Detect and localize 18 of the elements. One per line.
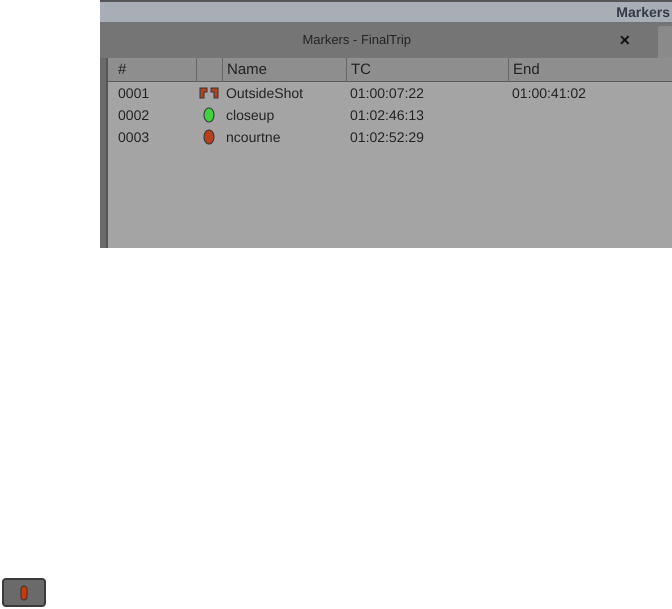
timecode-cell-text: 01:00:07:22 [349,84,425,102]
timecode-cell-text: 01:02:46:13 [349,106,425,124]
marker-number: 0001 [117,84,150,102]
marker-number: 0002 [117,106,150,124]
marker-name: ncourtne [225,128,282,146]
timecode-cell-text: 01:02:52:29 [349,128,425,146]
column-header[interactable]: End [508,58,672,82]
marker-name: OutsideShot [225,84,304,102]
column-header[interactable]: TC [346,58,508,82]
column-header[interactable]: Name [222,58,346,82]
end-timecode-cell-text: 01:00:41:02 [511,84,587,102]
column-header[interactable]: # [108,58,196,82]
close-button[interactable]: × [613,26,636,54]
marker-name: closeup [225,106,276,125]
panel-title: Markers [616,2,670,22]
marker-number: 0003 [117,128,150,146]
window-title: Markers - FinalTrip [301,31,412,50]
marker-button[interactable] [2,578,46,607]
